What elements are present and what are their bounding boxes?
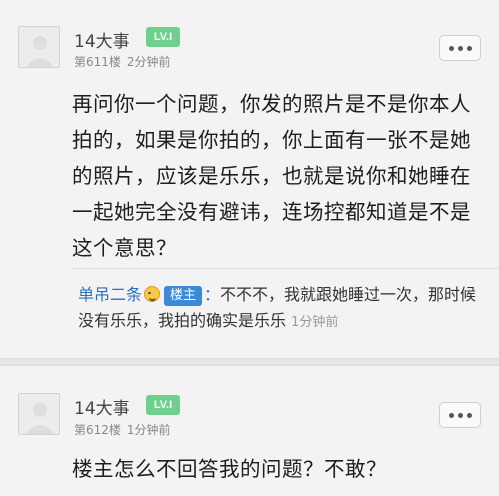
more-options-button[interactable] [439,402,481,428]
username[interactable]: 14大事 [74,394,130,419]
post-content: 再问你一个问题，你发的照片是不是你本人拍的，如果是你拍的，你上面有一张不是她的照… [72,92,471,260]
level-badge: LV.I [146,395,180,415]
divider [72,268,499,269]
avatar[interactable] [18,26,60,68]
more-options-icon [448,412,454,418]
post-meta: 第611楼 2分钟前 [74,53,171,70]
username[interactable]: 14大事 [74,27,130,52]
level-badge: LV.I [146,27,180,47]
reply-username[interactable]: 单吊二条 [78,285,142,304]
floor-number: 第612楼 [74,423,121,437]
post-612: 14大事 LV.I 第612楼 1分钟前 楼主怎么不回答我的问题？不敢？ [0,366,499,496]
avatar[interactable] [18,393,60,435]
post-content: 楼主怎么不回答我的问题？不敢？ [72,457,387,481]
op-badge: 楼主 [164,286,203,306]
floor-number: 第611楼 [74,55,121,69]
post-611: 14大事 LV.I 第611楼 2分钟前 再问你一个问题，你发的照片是不是你本人拍… [0,0,499,358]
default-avatar-icon [19,394,59,434]
default-avatar-icon [19,27,59,67]
post-separator [0,358,499,366]
reply-item[interactable]: 单吊二条 楼主 ：不不不，我就跟她睡过一次，那时候没有乐乐，我拍的确实是乐乐 1分钟… [78,282,490,336]
post-time: 1分钟前 [126,423,171,437]
smile-emoji-icon [144,286,161,302]
reply-time: 1分钟前 [291,315,339,330]
reply-separator: ： [204,285,221,304]
more-options-icon [448,45,454,51]
more-options-button[interactable] [439,35,481,61]
post-meta: 第612楼 1分钟前 [74,421,171,438]
post-time: 2分钟前 [126,55,171,69]
